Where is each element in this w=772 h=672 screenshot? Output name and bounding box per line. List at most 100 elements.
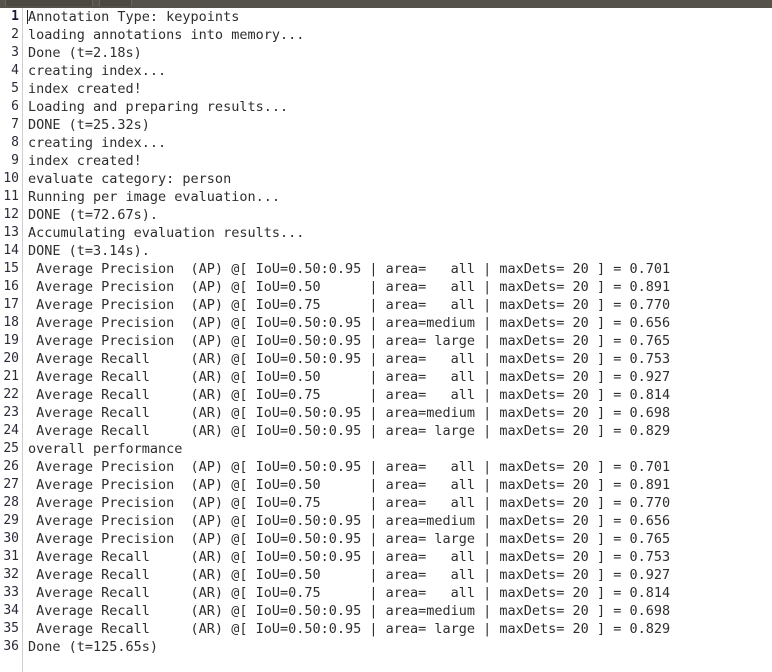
- console-line[interactable]: 34 Average Recall (AR) @[ IoU=0.50:0.95 …: [0, 602, 772, 620]
- line-text: Average Precision (AP) @[ IoU=0.50 | are…: [28, 477, 671, 493]
- console-line[interactable]: 12 DONE (t=72.67s).: [0, 206, 772, 224]
- app-window: 1 Annotation Type: keypoints 2 loading anno…: [0, 0, 772, 672]
- line-text: Annotation Type: keypoints: [28, 9, 240, 25]
- line-text: Average Recall (AR) @[ IoU=0.50 | area= …: [28, 369, 671, 385]
- console-line[interactable]: 18 Average Precision (AP) @[ IoU=0.50:0.…: [0, 314, 772, 332]
- line-number: 30: [3, 531, 19, 546]
- console-line[interactable]: 9 index created!: [0, 152, 772, 170]
- line-text: evaluate category: person: [28, 171, 232, 187]
- line-text: Average Recall (AR) @[ IoU=0.50:0.95 | a…: [28, 351, 671, 367]
- console-line[interactable]: 15 Average Precision (AP) @[ IoU=0.50:0.…: [0, 260, 772, 278]
- line-text: Average Precision (AP) @[ IoU=0.50:0.95 …: [28, 315, 671, 331]
- line-number: 27: [3, 477, 19, 492]
- console-line[interactable]: 32 Average Recall (AR) @[ IoU=0.50 | are…: [0, 566, 772, 584]
- line-text: Average Recall (AR) @[ IoU=0.50:0.95 | a…: [28, 549, 671, 565]
- line-text: Average Recall (AR) @[ IoU=0.50:0.95 | a…: [28, 621, 671, 637]
- line-number: 26: [3, 459, 19, 474]
- line-text: Average Precision (AP) @[ IoU=0.75 | are…: [28, 297, 671, 313]
- line-number: 22: [3, 387, 19, 402]
- line-number: 17: [3, 297, 19, 312]
- line-number: 8: [11, 135, 19, 150]
- console-line[interactable]: 27 Average Precision (AP) @[ IoU=0.50 | …: [0, 476, 772, 494]
- console-line[interactable]: 2 loading annotations into memory...: [0, 26, 772, 44]
- line-text: index created!: [28, 81, 142, 97]
- console-line[interactable]: 21 Average Recall (AR) @[ IoU=0.50 | are…: [0, 368, 772, 386]
- console-line[interactable]: 11 Running per image evaluation...: [0, 188, 772, 206]
- line-number: 20: [3, 351, 19, 366]
- line-text: Loading and preparing results...: [28, 99, 289, 115]
- line-number: 12: [3, 207, 19, 222]
- line-number: 35: [3, 621, 19, 636]
- line-number: 13: [3, 225, 19, 240]
- line-number: 19: [3, 333, 19, 348]
- console-line[interactable]: 33 Average Recall (AR) @[ IoU=0.75 | are…: [0, 584, 772, 602]
- console-lines: 1 Annotation Type: keypoints 2 loading anno…: [0, 8, 772, 656]
- console-line[interactable]: 26 Average Precision (AP) @[ IoU=0.50:0.…: [0, 458, 772, 476]
- console-output-pane[interactable]: 1 Annotation Type: keypoints 2 loading anno…: [0, 8, 772, 672]
- line-text: Average Recall (AR) @[ IoU=0.75 | area= …: [28, 585, 671, 601]
- line-text: Average Precision (AP) @[ IoU=0.50:0.95 …: [28, 513, 671, 529]
- console-line[interactable]: 16 Average Precision (AP) @[ IoU=0.50 | …: [0, 278, 772, 296]
- line-text: Done (t=125.65s): [28, 639, 159, 655]
- console-line[interactable]: 17 Average Precision (AP) @[ IoU=0.75 | …: [0, 296, 772, 314]
- line-text: index created!: [28, 153, 142, 169]
- console-line[interactable]: 5 index created!: [0, 80, 772, 98]
- tab-primary[interactable]: [5, 0, 93, 6]
- line-number: 23: [3, 405, 19, 420]
- line-number: 11: [3, 189, 19, 204]
- line-number: 25: [3, 441, 19, 456]
- line-text: Average Recall (AR) @[ IoU=0.50:0.95 | a…: [28, 603, 671, 619]
- console-line[interactable]: 14 DONE (t=3.14s).: [0, 242, 772, 260]
- line-text: DONE (t=3.14s).: [28, 243, 150, 259]
- line-number: 4: [11, 63, 19, 78]
- console-line[interactable]: 28 Average Precision (AP) @[ IoU=0.75 | …: [0, 494, 772, 512]
- line-text: Average Precision (AP) @[ IoU=0.50:0.95 …: [28, 333, 671, 349]
- line-text: overall performance: [28, 441, 183, 457]
- line-text: Average Precision (AP) @[ IoU=0.50:0.95 …: [28, 261, 671, 277]
- line-number: 34: [3, 603, 19, 618]
- console-line[interactable]: 13 Accumulating evaluation results...: [0, 224, 772, 242]
- line-number: 7: [11, 117, 19, 132]
- line-text: Average Precision (AP) @[ IoU=0.50:0.95 …: [28, 531, 671, 547]
- console-line[interactable]: 30 Average Precision (AP) @[ IoU=0.50:0.…: [0, 530, 772, 548]
- console-line[interactable]: 3 Done (t=2.18s): [0, 44, 772, 62]
- line-text: Average Precision (AP) @[ IoU=0.75 | are…: [28, 495, 671, 511]
- console-line[interactable]: 24 Average Recall (AR) @[ IoU=0.50:0.95 …: [0, 422, 772, 440]
- line-text: creating index...: [28, 63, 167, 79]
- line-text: Average Recall (AR) @[ IoU=0.50:0.95 | a…: [28, 423, 671, 439]
- line-text: Accumulating evaluation results...: [28, 225, 305, 241]
- console-line[interactable]: 19 Average Precision (AP) @[ IoU=0.50:0.…: [0, 332, 772, 350]
- line-number: 21: [3, 369, 19, 384]
- console-line[interactable]: 10 evaluate category: person: [0, 170, 772, 188]
- line-number: 14: [3, 243, 19, 258]
- console-line[interactable]: 25 overall performance: [0, 440, 772, 458]
- console-line[interactable]: 20 Average Recall (AR) @[ IoU=0.50:0.95 …: [0, 350, 772, 368]
- console-line[interactable]: 23 Average Recall (AR) @[ IoU=0.50:0.95 …: [0, 404, 772, 422]
- console-line[interactable]: 4 creating index...: [0, 62, 772, 80]
- line-text: loading annotations into memory...: [28, 27, 305, 43]
- line-number: 18: [3, 315, 19, 330]
- console-line[interactable]: 29 Average Precision (AP) @[ IoU=0.50:0.…: [0, 512, 772, 530]
- console-line[interactable]: 22 Average Recall (AR) @[ IoU=0.75 | are…: [0, 386, 772, 404]
- line-number: 29: [3, 513, 19, 528]
- console-line[interactable]: 1 Annotation Type: keypoints: [0, 8, 772, 26]
- line-text: Average Recall (AR) @[ IoU=0.50 | area= …: [28, 567, 671, 583]
- console-line[interactable]: 31 Average Recall (AR) @[ IoU=0.50:0.95 …: [0, 548, 772, 566]
- tab-secondary[interactable]: [99, 0, 132, 6]
- line-text: Running per image evaluation...: [28, 189, 280, 205]
- line-text: DONE (t=72.67s).: [28, 207, 159, 223]
- console-line[interactable]: 35 Average Recall (AR) @[ IoU=0.50:0.95 …: [0, 620, 772, 638]
- line-number: 28: [3, 495, 19, 510]
- line-number: 2: [11, 27, 19, 42]
- console-line[interactable]: 7 DONE (t=25.32s): [0, 116, 772, 134]
- line-number: 10: [3, 171, 19, 186]
- line-number: 16: [3, 279, 19, 294]
- console-line[interactable]: 8 creating index...: [0, 134, 772, 152]
- line-text: Average Recall (AR) @[ IoU=0.50:0.95 | a…: [28, 405, 671, 421]
- console-line[interactable]: 6 Loading and preparing results...: [0, 98, 772, 116]
- line-number: 36: [3, 639, 19, 654]
- line-number: 5: [11, 81, 19, 96]
- line-number: 33: [3, 585, 19, 600]
- console-line[interactable]: 36 Done (t=125.65s): [0, 638, 772, 656]
- line-number: 9: [11, 153, 19, 168]
